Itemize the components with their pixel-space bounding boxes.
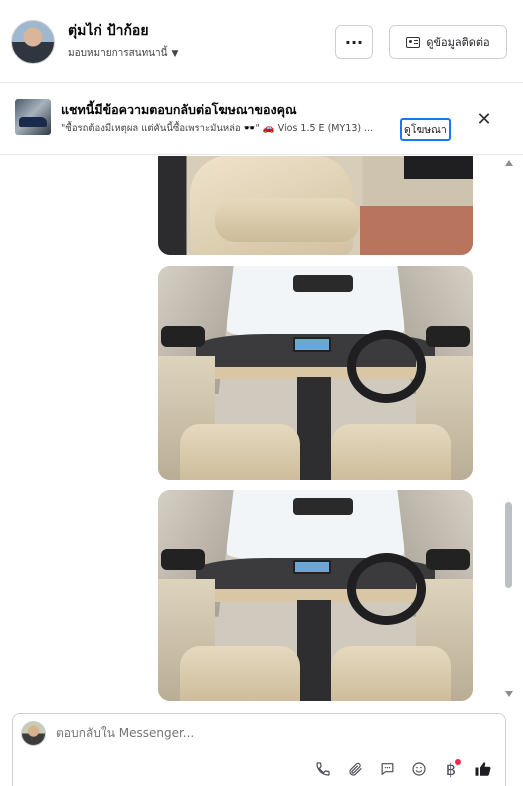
car-dashboard-photo [158,490,473,701]
image-message[interactable] [158,490,473,701]
notification-dot [455,759,461,765]
baht-icon[interactable]: ฿ [441,759,461,779]
car-interior-photo [158,156,473,255]
scrollbar-thumb[interactable] [505,502,512,588]
ad-reply-banner: แชทนี้มีข้อความตอบกลับต่อโฆษณาของคุณ "ซื… [0,84,523,155]
assign-conversation-dropdown[interactable]: มอบหมายการสนทนานี้ ▼ [68,46,178,61]
phone-icon[interactable] [313,759,333,779]
ad-banner-title: แชทนี้มีข้อความตอบกลับต่อโฆษณาของคุณ [61,102,297,117]
scroll-down-arrow-icon[interactable] [505,691,513,697]
car-dashboard-photo [158,266,473,480]
image-message[interactable] [158,266,473,480]
scroll-up-arrow-icon[interactable] [505,160,513,166]
chat-scrollbar[interactable] [503,156,515,704]
caret-down-icon: ▼ [171,48,179,59]
view-ad-link[interactable]: ดูโฆษณา [400,118,451,141]
thumbs-up-icon[interactable] [473,759,493,779]
composer-toolbar: ฿ [313,758,493,780]
ad-thumbnail[interactable] [15,99,51,135]
message-thread[interactable] [0,156,523,704]
saved-reply-icon[interactable] [377,759,397,779]
reply-input[interactable] [56,726,476,740]
view-contact-label: ดูข้อมูลติดต่อ [426,36,490,49]
image-message[interactable] [158,156,473,255]
more-options-button[interactable]: ··· [335,25,373,59]
contact-avatar[interactable] [11,20,55,64]
paperclip-icon[interactable] [345,759,365,779]
conversation-header: ตุ่มไก่ ป้าก้อย มอบหมายการสนทนานี้ ▼ ···… [0,0,523,83]
close-icon[interactable]: ✕ [473,108,495,130]
assign-label: มอบหมายการสนทนานี้ [68,48,168,59]
view-contact-button[interactable]: ดูข้อมูลติดต่อ [389,25,507,59]
ad-banner-subtitle: "ซื้อรถต้องมีเหตุผล แต่คันนี้ซื้อเพราะมั… [61,123,374,134]
emoji-icon[interactable] [409,759,429,779]
contact-card-icon [406,36,421,48]
message-composer: ฿ [12,713,506,786]
contact-name[interactable]: ตุ่มไก่ ป้าก้อย [68,20,149,42]
page-avatar [21,721,46,746]
